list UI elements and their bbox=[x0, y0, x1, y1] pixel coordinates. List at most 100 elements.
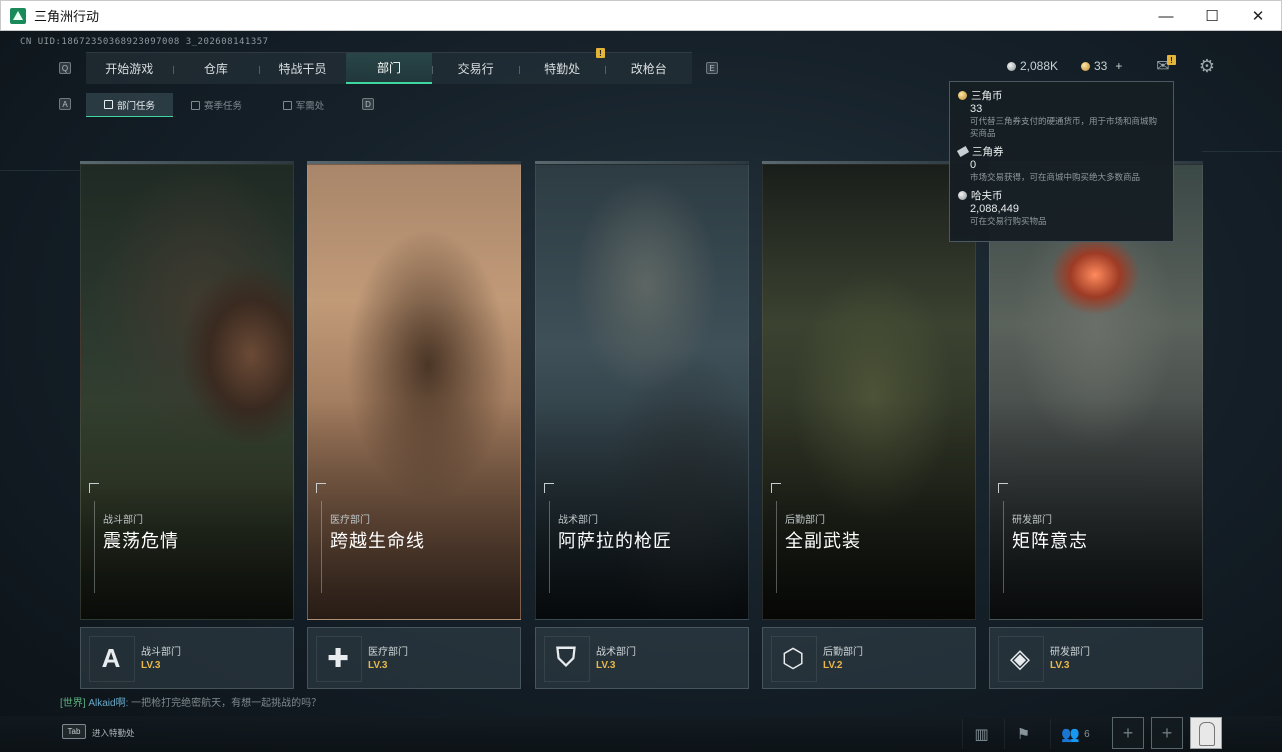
minimize-button[interactable]: — bbox=[1143, 1, 1189, 31]
subtab-label: 军需处 bbox=[295, 101, 325, 112]
tooltip-item-hafu: 哈夫币 2,088,449 可在交易行购买物品 bbox=[958, 188, 1165, 227]
tooltip-item-triangle-ticket: 三角券 0 市场交易获得，可在商城中购买绝大多数商品 bbox=[956, 144, 1165, 183]
tooltip-item-desc: 可在交易行购买物品 bbox=[970, 216, 1047, 226]
flag-icon[interactable]: ⚑ bbox=[1004, 719, 1042, 749]
add-currency-button[interactable]: + bbox=[1115, 59, 1122, 73]
card-department: 战术部门 bbox=[558, 515, 598, 526]
subtab-quartermaster[interactable]: 军需处 bbox=[260, 93, 347, 117]
card-corner-icon bbox=[998, 483, 1008, 493]
card-shade bbox=[81, 399, 293, 619]
subtab-label: 部门任务 bbox=[116, 100, 155, 112]
tab-gunsmith[interactable]: 改枪台 bbox=[605, 53, 692, 84]
mail-alert-badge: ! bbox=[1167, 55, 1176, 65]
chat-channel: [世界] bbox=[60, 698, 86, 709]
badge-level: LV.3 bbox=[141, 660, 161, 671]
app-icon bbox=[10, 7, 26, 24]
triangle-coin-amount: 33 bbox=[1094, 59, 1108, 73]
card-department: 战斗部门 bbox=[103, 515, 143, 526]
card-divider bbox=[321, 501, 322, 593]
hud-line bbox=[1202, 151, 1282, 152]
tooltip-item-triangle-coin: 三角币 33 可代替三角券支付的硬通货币，用于市场和商城购买商品 bbox=[958, 88, 1165, 139]
card-shade bbox=[308, 399, 520, 619]
department-badge-logistics[interactable]: ⬡ 后勤部门 LV.2 bbox=[762, 627, 976, 689]
tab-warehouse[interactable]: 仓库 bbox=[172, 53, 260, 84]
badge-name: 研发部门 bbox=[1050, 647, 1090, 658]
stats-icon[interactable]: ▥ bbox=[962, 719, 1000, 749]
tooltip-item-name: 三角券 bbox=[972, 146, 1004, 158]
card-title: 阿萨拉的枪匠 bbox=[558, 531, 672, 551]
badge-name: 战斗部门 bbox=[141, 647, 181, 658]
tooltip-item-value: 33 bbox=[970, 103, 983, 115]
card-title: 跨越生命线 bbox=[330, 531, 425, 551]
chat-user: Alkaid啊: bbox=[88, 698, 129, 709]
card-department: 研发部门 bbox=[1012, 515, 1052, 526]
medical-cross-icon: ✚ bbox=[316, 636, 362, 682]
badge-level: LV.3 bbox=[596, 660, 616, 671]
tooltip-item-value: 0 bbox=[970, 159, 977, 171]
card-title: 全副武装 bbox=[785, 531, 861, 551]
department-card-logistics[interactable]: 后勤部门 全副武装 bbox=[762, 164, 976, 620]
invite-slot-1[interactable]: + bbox=[1112, 717, 1144, 749]
sub-nav: 部门任务 赛季任务 军需处 bbox=[86, 93, 347, 117]
task-icon bbox=[103, 100, 113, 109]
card-shade bbox=[990, 399, 1202, 619]
badge-level: LV.2 bbox=[823, 660, 843, 671]
tab-key-label: 进入特勤处 bbox=[92, 728, 135, 738]
tab-operators[interactable]: 特战干员 bbox=[259, 53, 346, 84]
card-department: 医疗部门 bbox=[330, 515, 370, 526]
tooltip-item-value: 2,088,449 bbox=[970, 203, 1019, 215]
tab-trading[interactable]: 交易行 bbox=[432, 53, 519, 84]
window-controls: — ☐ ✕ bbox=[1143, 1, 1281, 31]
hafu-currency[interactable]: 2,088K bbox=[1007, 59, 1058, 73]
friends-count: 6 bbox=[1084, 728, 1090, 740]
subtab-season-tasks[interactable]: 赛季任务 bbox=[173, 93, 260, 117]
badge-level: LV.3 bbox=[368, 660, 388, 671]
tooltip-item-name: 三角币 bbox=[971, 90, 1003, 102]
tooltip-item-desc: 市场交易获得，可在商城中购买绝大多数商品 bbox=[970, 172, 1141, 182]
nav-next-key[interactable]: E bbox=[706, 62, 718, 74]
card-divider bbox=[1003, 501, 1004, 593]
tab-start-game[interactable]: 开始游戏 bbox=[86, 53, 173, 84]
department-badge-research[interactable]: ◈ 研发部门 LV.3 bbox=[989, 627, 1203, 689]
combat-icon: A bbox=[89, 636, 135, 682]
invite-slot-2[interactable]: + bbox=[1151, 717, 1183, 749]
maximize-button[interactable]: ☐ bbox=[1189, 1, 1235, 31]
window-title: 三角洲行动 bbox=[34, 9, 100, 24]
department-badge-tactical[interactable]: ⛉ 战术部门 LV.3 bbox=[535, 627, 749, 689]
supply-icon bbox=[282, 100, 292, 110]
nav-prev-key[interactable]: Q bbox=[59, 62, 71, 74]
triangle-coin-currency[interactable]: 33 + bbox=[1081, 59, 1122, 73]
tooltip-item-name: 哈夫币 bbox=[971, 190, 1003, 202]
card-title: 震荡危情 bbox=[103, 531, 179, 551]
subnav-prev-key[interactable]: A bbox=[59, 98, 71, 110]
badge-name: 医疗部门 bbox=[368, 647, 408, 658]
card-divider bbox=[549, 501, 550, 593]
badge-name: 战术部门 bbox=[596, 647, 636, 658]
avatar[interactable] bbox=[1190, 717, 1222, 749]
department-card-medical[interactable]: 医疗部门 跨越生命线 bbox=[307, 164, 521, 620]
department-badge-combat[interactable]: A 战斗部门 LV.3 bbox=[80, 627, 294, 689]
card-corner-icon bbox=[544, 483, 554, 493]
department-card-tactical[interactable]: 战术部门 阿萨拉的枪匠 bbox=[535, 164, 749, 620]
chat-message[interactable]: [世界] Alkaid啊: 一把枪打完绝密航天，有想一起挑战的吗？ bbox=[60, 694, 321, 709]
hud-line bbox=[0, 170, 80, 171]
player-uid: CN UID:18672350368923097008 3_2026081413… bbox=[20, 37, 269, 47]
card-divider bbox=[94, 501, 95, 593]
subtab-department-tasks[interactable]: 部门任务 bbox=[86, 93, 173, 117]
logistics-icon: ⬡ bbox=[771, 636, 817, 682]
card-corner-icon bbox=[316, 483, 326, 493]
tab-special-ops[interactable]: 特勤处 bbox=[518, 53, 606, 84]
card-shade bbox=[763, 399, 975, 619]
department-badge-medical[interactable]: ✚ 医疗部门 LV.3 bbox=[307, 627, 521, 689]
tab-department[interactable]: 部门 bbox=[345, 53, 433, 84]
friends-icon: 👥 bbox=[1061, 726, 1081, 743]
subnav-next-key[interactable]: D bbox=[362, 98, 374, 110]
close-button[interactable]: ✕ bbox=[1235, 1, 1281, 31]
currency-tooltip: 三角币 33 可代替三角券支付的硬通货币，用于市场和商城购买商品 三角券 0 市… bbox=[949, 81, 1174, 242]
friends-button[interactable]: 👥 6 bbox=[1050, 719, 1100, 749]
department-card-combat[interactable]: 战斗部门 震荡危情 bbox=[80, 164, 294, 620]
hafu-coin-icon bbox=[1007, 61, 1016, 71]
tooltip-item-desc: 可代替三角券支付的硬通货币，用于市场和商城购买商品 bbox=[970, 116, 1158, 138]
gear-icon[interactable]: ⚙ bbox=[1197, 55, 1217, 77]
tab-key-hint[interactable]: Tab bbox=[62, 724, 86, 739]
